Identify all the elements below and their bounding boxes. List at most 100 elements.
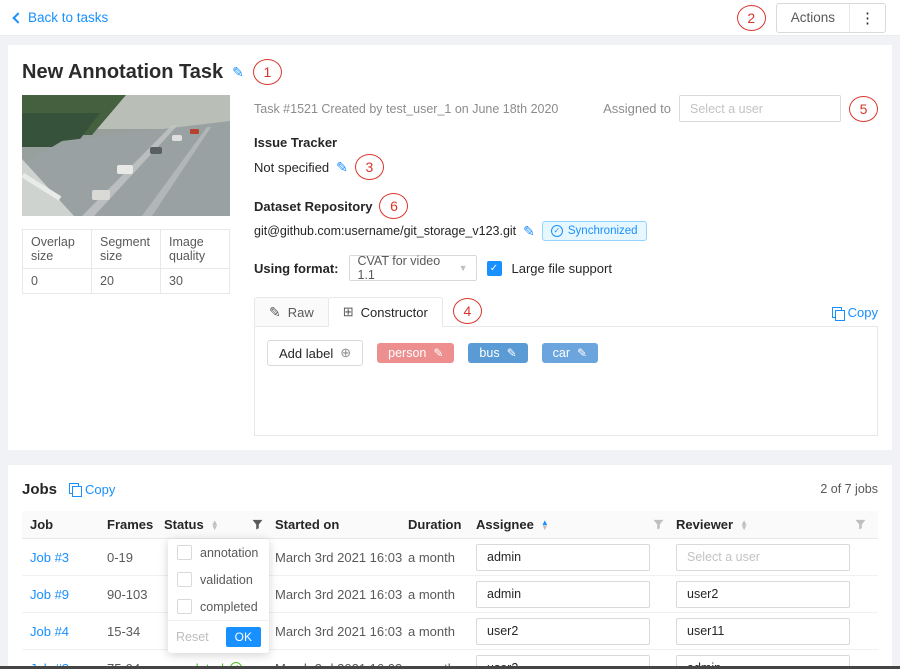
task-params-table: Overlap size Segment size Image quality … [22, 229, 230, 294]
assignee-input[interactable] [476, 581, 650, 608]
checkbox-icon[interactable] [177, 599, 192, 614]
duration-cell: a month [408, 550, 476, 565]
column-header-started: Started on [275, 517, 408, 532]
filter-funnel-icon[interactable] [653, 519, 664, 530]
copy-labels-label: Copy [848, 305, 878, 320]
filter-funnel-icon[interactable] [252, 519, 263, 530]
sync-badge-label: Synchronized [568, 225, 638, 237]
reviewer-input[interactable] [676, 618, 850, 645]
edit-title-icon[interactable]: ✎ [232, 64, 244, 81]
job-link[interactable]: Job #9 [30, 587, 69, 602]
format-select[interactable]: CVAT for video 1.1 ▼ [349, 255, 477, 281]
issue-tracker-label: Issue Tracker [254, 135, 878, 150]
edit-issue-tracker-icon[interactable]: ✎ [336, 159, 348, 176]
status-filter-dropdown: annotation validation completed Reset OK [168, 539, 269, 653]
jobs-card: Jobs Copy 2 of 7 jobs Job Frames Status … [8, 465, 892, 669]
column-header-frames: Frames [107, 517, 164, 532]
checkbox-icon[interactable] [177, 545, 192, 560]
column-header-duration: Duration [408, 517, 476, 532]
param-header-overlap: Overlap size [23, 230, 92, 269]
label-chip-car-name: car [553, 346, 570, 360]
more-vertical-icon[interactable]: ⋮ [850, 4, 885, 32]
copy-icon [69, 483, 80, 495]
column-header-assignee[interactable]: Assignee ▲▼ [476, 517, 676, 532]
filter-option-completed[interactable]: completed [168, 593, 269, 620]
edit-label-icon[interactable]: ✎ [433, 346, 443, 360]
filter-option-label: completed [200, 600, 258, 614]
annotation-marker-3: 3 [355, 154, 384, 180]
frames-cell: 90-103 [107, 587, 164, 602]
sort-icon[interactable]: ▲▼ [211, 520, 219, 530]
filter-option-label: validation [200, 573, 253, 587]
chevron-down-icon: ▼ [459, 263, 468, 273]
copy-jobs-button[interactable]: Copy [69, 482, 115, 497]
actions-button[interactable]: Actions ⋮ [776, 3, 886, 33]
label-chip-person[interactable]: person ✎ [377, 343, 454, 363]
task-meta: Task #1521 Created by test_user_1 on Jun… [254, 102, 558, 116]
table-row: Job #4 15-34 March 3rd 2021 16:03 a mont… [22, 613, 878, 650]
back-to-tasks-label: Back to tasks [28, 10, 108, 25]
label-chip-bus[interactable]: bus ✎ [468, 343, 527, 363]
started-cell: March 3rd 2021 16:03 [275, 587, 408, 602]
checkbox-icon[interactable] [177, 572, 192, 587]
add-label-text: Add label [279, 346, 333, 361]
filter-funnel-icon[interactable] [855, 519, 866, 530]
annotation-marker-6: 6 [379, 193, 408, 219]
column-header-status[interactable]: Status ▲▼ [164, 517, 275, 532]
sort-icon[interactable]: ▲▼ [740, 520, 748, 530]
started-cell: March 3rd 2021 16:03 [275, 624, 408, 639]
copy-labels-button[interactable]: Copy [832, 305, 878, 320]
filter-reset-button[interactable]: Reset [176, 630, 209, 644]
tab-constructor-label: Constructor [361, 305, 428, 320]
reviewer-input[interactable] [676, 544, 850, 571]
dataset-repository-label: Dataset Repository [254, 199, 372, 214]
params-header-row: Overlap size Segment size Image quality [23, 230, 230, 269]
annotation-marker-5: 5 [849, 96, 878, 122]
column-header-reviewer[interactable]: Reviewer ▲▼ [676, 517, 878, 532]
table-row: Job #3 0-19 March 3rd 2021 16:03 a month [22, 539, 878, 576]
back-to-tasks-link[interactable]: Back to tasks [14, 10, 108, 25]
edit-label-icon[interactable]: ✎ [507, 346, 517, 360]
job-link[interactable]: Job #4 [30, 624, 69, 639]
param-value-quality: 30 [161, 269, 230, 294]
table-row: Job #9 90-103 March 3rd 2021 16:03 a mon… [22, 576, 878, 613]
assignee-input[interactable] [476, 618, 650, 645]
param-value-overlap: 0 [23, 269, 92, 294]
jobs-count: 2 of 7 jobs [820, 482, 878, 496]
add-label-button[interactable]: Add label ⊕ [267, 340, 363, 366]
tab-raw[interactable]: ✎ Raw [254, 297, 329, 327]
large-file-support-checkbox[interactable]: ✓ [487, 261, 502, 276]
param-value-segment: 20 [92, 269, 161, 294]
chevron-left-icon [12, 12, 23, 23]
jobs-table: Job Frames Status ▲▼ Started on Duration… [22, 511, 878, 669]
filter-ok-button[interactable]: OK [226, 627, 261, 647]
annotation-marker-2: 2 [737, 5, 766, 31]
check-circle-icon: ✓ [551, 225, 563, 237]
jobs-table-header: Job Frames Status ▲▼ Started on Duration… [22, 511, 878, 539]
job-link[interactable]: Job #3 [30, 550, 69, 565]
sort-icon[interactable]: ▲▼ [541, 520, 549, 530]
jobs-title: Jobs [22, 481, 57, 498]
filter-option-validation[interactable]: validation [168, 566, 269, 593]
plus-circle-icon: ⊕ [340, 345, 351, 361]
top-bar: Back to tasks 2 Actions ⋮ [0, 0, 900, 36]
label-chip-car[interactable]: car ✎ [542, 343, 598, 363]
task-details-card: New Annotation Task ✎ 1 [8, 45, 892, 450]
dataset-repository-url: git@github.com:username/git_storage_v123… [254, 224, 516, 238]
copy-icon [832, 307, 843, 319]
filter-option-label: annotation [200, 546, 258, 560]
copy-jobs-label: Copy [85, 482, 115, 497]
filter-option-annotation[interactable]: annotation [168, 539, 269, 566]
assignee-input[interactable] [476, 544, 650, 571]
column-header-job: Job [22, 517, 107, 532]
using-format-label: Using format: [254, 261, 339, 276]
labels-constructor-panel: Add label ⊕ person ✎ bus ✎ car ✎ [254, 326, 878, 436]
assignee-select[interactable] [679, 95, 841, 122]
task-preview-image [22, 95, 230, 216]
edit-label-icon[interactable]: ✎ [577, 346, 587, 360]
tab-constructor[interactable]: ⊞ Constructor [328, 297, 443, 327]
issue-tracker-value: Not specified [254, 160, 329, 175]
edit-repository-icon[interactable]: ✎ [523, 223, 535, 240]
format-select-value: CVAT for video 1.1 [358, 254, 459, 282]
reviewer-input[interactable] [676, 581, 850, 608]
